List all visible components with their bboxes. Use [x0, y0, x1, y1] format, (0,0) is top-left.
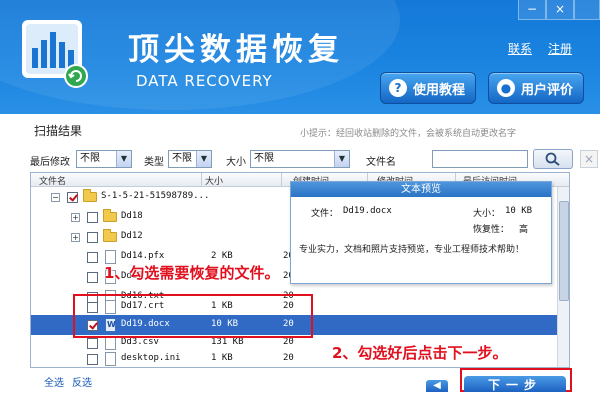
file-size: 1 KB: [211, 353, 233, 363]
preview-file-label: 文件：: [311, 209, 339, 219]
annotation-step-1: 1、勾选需要恢复的文件。: [104, 264, 280, 282]
size-label: 大小: [226, 157, 246, 168]
chevron-down-icon: ▼: [196, 151, 211, 167]
next-step-button[interactable]: 下一步: [464, 376, 566, 392]
preview-size-label: 大小：: [473, 209, 501, 219]
expand-icon[interactable]: +: [71, 233, 80, 242]
search-button[interactable]: [533, 149, 573, 169]
file-size: 2 KB: [211, 251, 233, 261]
size-value: 不限: [254, 153, 274, 164]
file-created: 20: [283, 337, 294, 347]
checkbox[interactable]: [87, 354, 98, 365]
contact-link[interactable]: 联系: [508, 40, 532, 57]
filter-bar: 最后修改 不限 ▼ 类型 不限 ▼ 大小 不限 ▼ 文件名 ×: [30, 149, 598, 170]
checkbox[interactable]: [87, 232, 98, 243]
app-title-english: DATA RECOVERY: [136, 72, 273, 90]
preview-description: 专业实力，文档和照片支持预览，专业工程师技术帮助！: [299, 245, 525, 255]
size-select[interactable]: 不限 ▼: [250, 150, 350, 168]
last-modified-label: 最后修改: [30, 157, 70, 168]
app-header: − × 顶尖数据恢复 DATA RECOVERY 联系 注册 ? 使用教程 ● …: [0, 0, 600, 114]
last-modified-select[interactable]: 不限 ▼: [76, 150, 132, 168]
file-icon: [105, 352, 116, 366]
preview-title: 文本预览: [291, 182, 551, 197]
folder-icon: [83, 189, 97, 202]
review-button-label: 用户评价: [521, 82, 574, 98]
column-name[interactable]: 文件名: [39, 174, 66, 187]
expand-icon[interactable]: +: [71, 213, 80, 222]
type-select[interactable]: 不限 ▼: [168, 150, 212, 168]
checkbox[interactable]: [87, 212, 98, 223]
checkbox[interactable]: [87, 252, 98, 263]
annotation-highlight-box: [73, 294, 313, 338]
file-name: Dd18: [121, 211, 143, 221]
preview-recoverability-label: 恢复性：: [473, 225, 510, 235]
preview-file-name: Dd19.docx: [343, 206, 392, 216]
previous-button[interactable]: ◀: [426, 380, 448, 392]
window-corner: [574, 0, 600, 20]
folder-icon: [103, 209, 117, 222]
file-name: Dd3.csv: [121, 337, 159, 347]
checkbox[interactable]: [87, 272, 98, 283]
file-icon: [105, 336, 116, 350]
filename-input[interactable]: [432, 150, 528, 168]
preview-size-value: 10 KB: [505, 206, 533, 216]
select-all-link[interactable]: 全选: [44, 374, 64, 389]
user-icon: ●: [497, 79, 515, 97]
search-icon: [545, 152, 560, 166]
type-label: 类型: [144, 157, 164, 168]
folder-icon: [103, 229, 117, 242]
tutorial-button[interactable]: ? 使用教程: [380, 72, 476, 104]
minimize-button[interactable]: −: [518, 0, 546, 20]
file-name: desktop.ini: [121, 353, 181, 363]
file-size: 131 KB: [211, 337, 244, 347]
file-name: S-1-5-21-51598789...: [101, 191, 210, 201]
file-created: 20: [283, 353, 294, 363]
vertical-scrollbar[interactable]: [557, 187, 569, 367]
text-preview-popup: 文本预览 文件： Dd19.docx 大小： 10 KB 恢复性： 高 专业实力…: [290, 181, 552, 284]
app-title-chinese: 顶尖数据恢复: [128, 32, 344, 68]
chevron-down-icon: ▼: [116, 151, 131, 167]
checkbox[interactable]: [67, 192, 78, 203]
register-link[interactable]: 注册: [548, 40, 572, 57]
type-value: 不限: [172, 153, 192, 164]
checkbox[interactable]: [87, 338, 98, 349]
tip-text: 小提示：经回收站删除的文件，会被系统自动更改名字: [300, 129, 517, 139]
preview-recoverability-value: 高: [519, 225, 529, 235]
chevron-down-icon: ▼: [334, 151, 349, 167]
annotation-step-2: 2、勾选好后点击下一步。: [332, 344, 508, 362]
scrollbar-thumb[interactable]: [559, 201, 569, 301]
app-logo-icon: [22, 20, 88, 88]
tutorial-button-label: 使用教程: [413, 82, 466, 98]
close-button[interactable]: ×: [546, 0, 574, 20]
scan-results-title: 扫描结果: [34, 124, 83, 138]
question-icon: ?: [389, 79, 407, 97]
invert-selection-link[interactable]: 反选: [72, 374, 92, 389]
filename-label: 文件名: [366, 157, 396, 168]
collapse-icon[interactable]: −: [51, 193, 60, 202]
review-button[interactable]: ● 用户评价: [488, 72, 584, 104]
last-modified-value: 不限: [80, 153, 100, 164]
file-name: Dd12: [121, 231, 143, 241]
file-name: Dd14.pfx: [121, 251, 165, 261]
column-size[interactable]: 大小: [205, 174, 223, 187]
clear-button[interactable]: ×: [580, 150, 598, 168]
